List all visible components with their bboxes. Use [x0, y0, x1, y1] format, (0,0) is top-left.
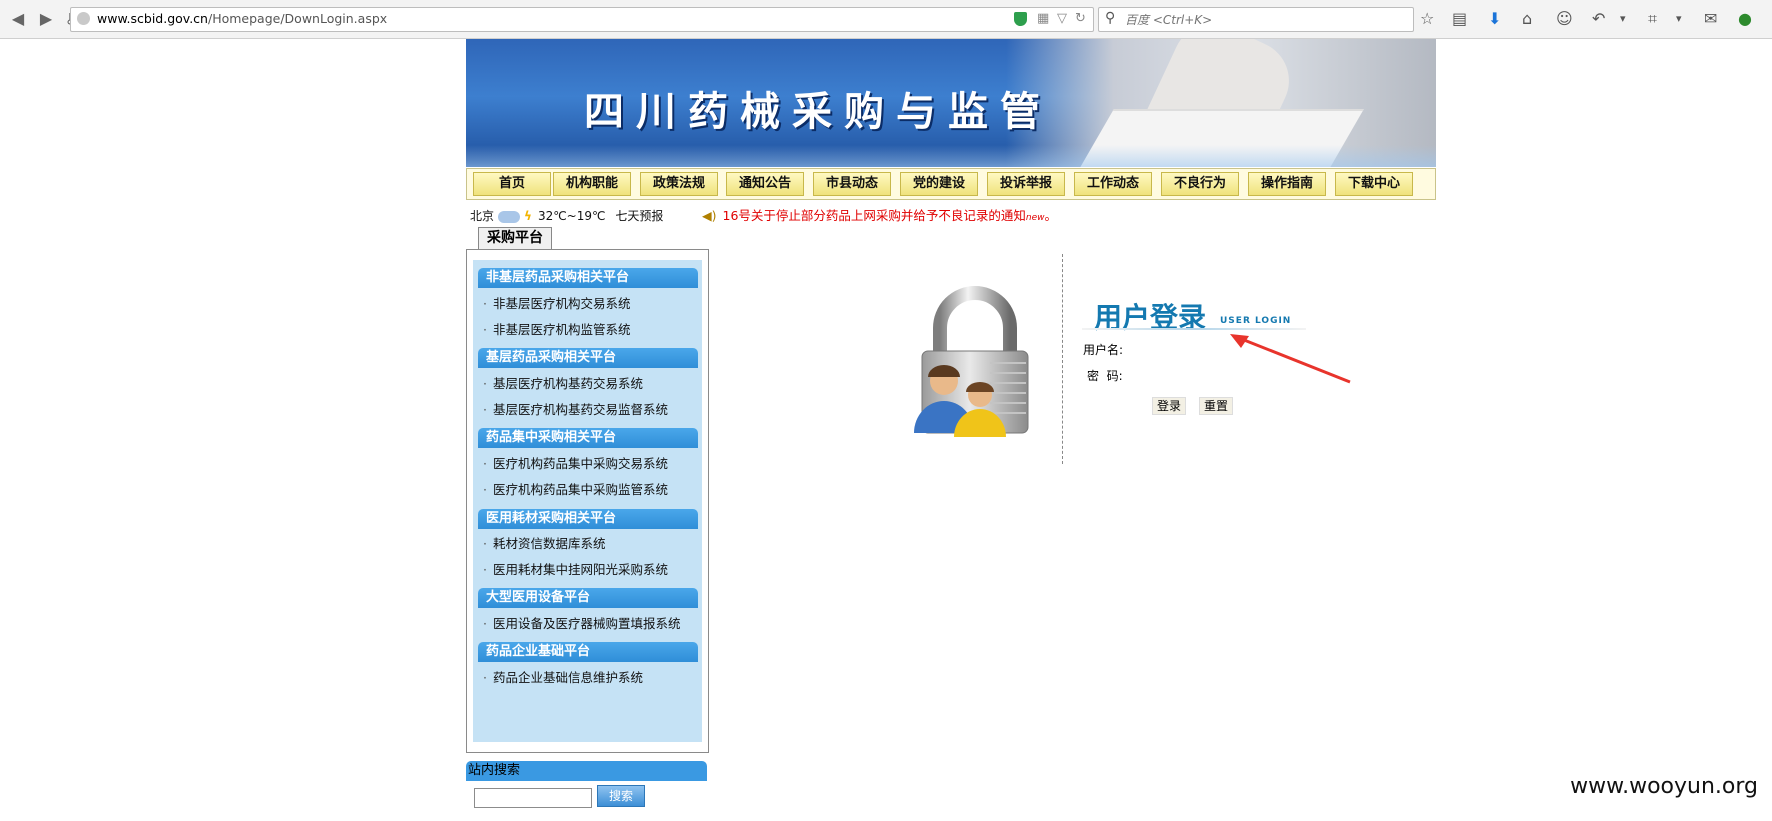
undo-icon[interactable]: ↶: [1592, 9, 1605, 29]
vertical-divider: [1062, 254, 1063, 464]
site-search-input[interactable]: [474, 788, 592, 808]
back-icon[interactable]: ◀: [8, 9, 28, 29]
site-search-title: 站内搜索: [466, 761, 707, 781]
url-text[interactable]: www.scbid.gov.cn/Homepage/DownLogin.aspx: [97, 11, 387, 26]
section-header: 非基层药品采购相关平台: [478, 268, 698, 288]
search-bar[interactable]: ⚲: [1098, 7, 1414, 32]
nav-item-party[interactable]: 党的建设: [900, 172, 978, 196]
nav-item-guide[interactable]: 操作指南: [1248, 172, 1326, 196]
weather-temp: 32℃~19℃: [537, 209, 606, 223]
comment-icon[interactable]: ✉: [1704, 9, 1717, 29]
nav-item-county-news[interactable]: 市县动态: [813, 172, 891, 196]
search-icon: ⚲: [1105, 10, 1116, 26]
globe-icon: [77, 12, 90, 25]
address-bar[interactable]: www.scbid.gov.cn/Homepage/DownLogin.aspx…: [70, 7, 1094, 32]
sidebar-link[interactable]: 基层医疗机构基药交易系统: [483, 373, 643, 392]
sidebar-link[interactable]: 医用设备及医疗器械购置填报系统: [483, 613, 681, 632]
watermark: www.wooyun.org: [1570, 774, 1758, 799]
bookmark-star-icon[interactable]: ☆: [1420, 9, 1434, 29]
nav-item-policy[interactable]: 政策法规: [640, 172, 718, 196]
weather-widget: 北京 ϟ 32℃~19℃ 七天预报: [470, 207, 663, 224]
crop-icon[interactable]: ⌗: [1648, 9, 1657, 29]
shield-icon[interactable]: [1014, 12, 1027, 26]
site-search-button[interactable]: 搜索: [597, 785, 645, 807]
qr-code-icon[interactable]: ▦: [1037, 11, 1049, 26]
login-subtitle: USER LOGIN: [1220, 316, 1292, 326]
main-nav: 首页 机构职能 政策法规 通知公告 市县动态 党的建设 投诉举报 工作动态 不良…: [466, 168, 1436, 200]
site-banner: 四川药械采购与监管: [466, 39, 1436, 167]
reload-icon[interactable]: ↻: [1075, 11, 1086, 26]
extension-icon[interactable]: ●: [1738, 9, 1752, 29]
forward-icon[interactable]: ▶: [36, 9, 56, 29]
nav-item-bad-behavior[interactable]: 不良行为: [1161, 172, 1239, 196]
dropdown-icon[interactable]: ▽: [1057, 11, 1067, 26]
sidebar-link[interactable]: 医疗机构药品集中采购监管系统: [483, 479, 668, 498]
section-header: 大型医用设备平台: [478, 588, 698, 608]
undo-menu-icon[interactable]: ▾: [1620, 9, 1626, 29]
sidebar-link[interactable]: 医疗机构药品集中采购交易系统: [483, 453, 668, 472]
new-badge: new: [1025, 213, 1045, 223]
notice-ticker: ◀) 16号关于停止部分药品上网采购并给予不良记录的通知new。: [702, 205, 1057, 224]
notice-link[interactable]: 16号关于停止部分药品上网采购并给予不良记录的通知: [723, 208, 1026, 223]
crop-menu-icon[interactable]: ▾: [1676, 9, 1682, 29]
tab-purchase-platform[interactable]: 采购平台: [478, 227, 552, 249]
nav-item-functions[interactable]: 机构职能: [553, 172, 631, 196]
url-path: /Homepage/DownLogin.aspx: [207, 11, 388, 26]
nav-item-notices[interactable]: 通知公告: [726, 172, 804, 196]
notice-suffix: 。: [1044, 208, 1058, 223]
browser-toolbar: ◀ ▶ ⚷ www.scbid.gov.cn/Homepage/DownLogi…: [0, 0, 1772, 39]
reset-button[interactable]: 重置: [1199, 397, 1234, 415]
section-header: 药品集中采购相关平台: [478, 428, 698, 448]
home-icon[interactable]: ⌂: [1522, 9, 1532, 29]
login-title: 用户登录: [1094, 301, 1207, 334]
speaker-icon: ◀): [702, 208, 717, 223]
section-header: 医用耗材采购相关平台: [478, 509, 698, 529]
sidebar-link[interactable]: 非基层医疗机构监管系统: [483, 319, 631, 338]
annotation-arrow-icon: [1230, 334, 1351, 384]
sidebar-list: 非基层药品采购相关平台 非基层医疗机构交易系统 非基层医疗机构监管系统 基层药品…: [473, 260, 702, 742]
sidebar-panel: 非基层药品采购相关平台 非基层医疗机构交易系统 非基层医疗机构监管系统 基层药品…: [466, 249, 709, 753]
section-header: 基层药品采购相关平台: [478, 348, 698, 368]
sidebar-link[interactable]: 非基层医疗机构交易系统: [483, 293, 631, 312]
password-label: 密 码:: [1087, 369, 1123, 383]
sidebar-link[interactable]: 医用耗材集中挂网阳光采购系统: [483, 559, 668, 578]
site-search: 站内搜索 搜索: [466, 761, 707, 821]
sidebar-link[interactable]: 耗材资信数据库系统: [483, 533, 606, 552]
search-input[interactable]: [1123, 10, 1407, 29]
login-button[interactable]: 登录: [1152, 397, 1187, 415]
username-label: 用户名:: [1083, 343, 1124, 357]
chat-icon[interactable]: ☺: [1556, 9, 1573, 29]
sidebar-link[interactable]: 基层医疗机构基药交易监督系统: [483, 399, 668, 418]
section-header: 药品企业基础平台: [478, 642, 698, 662]
forecast-link[interactable]: 七天预报: [615, 209, 663, 223]
reading-list-icon[interactable]: ▤: [1452, 9, 1467, 29]
nav-item-downloads[interactable]: 下载中心: [1335, 172, 1413, 196]
sidebar-link[interactable]: 药品企业基础信息维护系统: [483, 667, 643, 686]
url-host: www.scbid.gov.cn: [97, 11, 208, 26]
download-icon[interactable]: ⬇: [1488, 9, 1501, 29]
nav-item-home[interactable]: 首页: [473, 172, 551, 196]
lock-users-icon: [914, 286, 1029, 437]
weather-city: 北京: [470, 209, 495, 223]
nav-item-complaints[interactable]: 投诉举报: [987, 172, 1065, 196]
nav-item-work-news[interactable]: 工作动态: [1074, 172, 1152, 196]
thunder-icon: ϟ: [524, 209, 532, 223]
cloud-icon: [498, 210, 521, 223]
site-title: 四川药械采购与监管: [584, 88, 1052, 135]
